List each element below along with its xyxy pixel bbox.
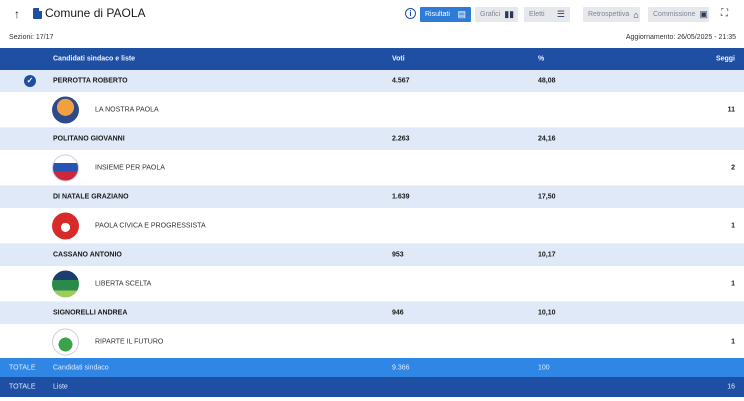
list-row[interactable]: LIBERTA SCELTA 1 (0, 266, 744, 302)
list-seats: 11 (727, 106, 735, 113)
list-logo (52, 328, 79, 355)
header-votes: Voti (392, 55, 405, 63)
list-logo (52, 96, 79, 123)
list-icon: ☰ (556, 9, 565, 19)
list-seats: 1 (731, 338, 735, 345)
list-seats: 1 (731, 222, 735, 229)
table-header: Candidati sindaco e liste Voti % Seggi (0, 48, 744, 70)
header-seats: Seggi (715, 55, 735, 63)
total-pct: 100 (538, 364, 550, 371)
list-row[interactable]: RIPARTE IL FUTURO 1 (0, 324, 744, 360)
candidate-name: CASSANO ANTONIO (53, 251, 122, 259)
last-updated: Aggiornamento: 26/05/2025 - 21:35 (625, 34, 736, 41)
total-label: TOTALE (9, 364, 36, 371)
candidate-pct: 17,50 (538, 193, 556, 201)
tab-retrospettiva[interactable]: Retrospettiva ⌂ (583, 7, 640, 22)
candidate-pct: 48,08 (538, 77, 556, 85)
elected-check-icon: ✓ (24, 75, 36, 87)
candidate-row[interactable]: CASSANO ANTONIO 953 10,17 (0, 244, 744, 266)
candidate-row[interactable]: POLITANO GIOVANNI 2.263 24,16 (0, 128, 744, 150)
header-pct: % (538, 55, 545, 63)
tab-risultati[interactable]: Risultati ▤ (420, 7, 471, 22)
tab-eletti[interactable]: Eletti ☰ (524, 7, 570, 22)
total-seats: 16 (727, 383, 735, 391)
candidate-votes: 2.263 (392, 135, 410, 143)
total-row-lists: TOTALE Liste 16 (0, 377, 744, 397)
tab-label: Eletti (529, 11, 545, 18)
candidate-name: PERROTTA ROBERTO (53, 77, 128, 85)
list-seats: 2 (731, 164, 735, 171)
total-row-candidates: TOTALE Candidati sindaco 9.366 100 (0, 358, 744, 377)
tab-commissione[interactable]: Commissione ▣ (648, 7, 709, 22)
tab-label: Grafici (480, 11, 501, 18)
candidate-votes: 953 (392, 251, 404, 259)
page-title: Comune di PAOLA (45, 6, 146, 20)
list-name: LIBERTA SCELTA (95, 280, 152, 287)
candidate-votes: 946 (392, 309, 404, 317)
table-icon: ▤ (457, 9, 466, 19)
candidate-row[interactable]: ✓ PERROTTA ROBERTO 4.567 48,08 (0, 70, 744, 92)
candidate-pct: 24,16 (538, 135, 556, 143)
list-name: INSIEME PER PAOLA (95, 164, 165, 171)
candidate-votes: 4.567 (392, 77, 410, 85)
tab-label: Retrospettiva (588, 11, 630, 18)
candidate-name: DI NATALE GRAZIANO (53, 193, 129, 201)
tab-grafici[interactable]: Grafici ▮▮ (475, 7, 518, 22)
bar-chart-icon: ▮▮ (504, 9, 515, 19)
tab-label: Risultati (425, 11, 450, 18)
candidate-name: SIGNORELLI ANDREA (53, 309, 128, 317)
video-icon: ▣ (699, 9, 708, 19)
info-icon[interactable]: i (405, 8, 416, 19)
list-logo (52, 154, 79, 181)
candidate-row[interactable]: SIGNORELLI ANDREA 946 10,10 (0, 302, 744, 324)
header-name: Candidati sindaco e liste (53, 55, 136, 63)
arrow-up-icon[interactable]: ↑ (10, 7, 24, 21)
sections-count: Sezioni: 17/17 (9, 34, 54, 41)
list-row[interactable]: LA NOSTRA PAOLA 11 (0, 92, 744, 128)
institution-icon: ⌂ (633, 9, 639, 20)
candidate-votes: 1.639 (392, 193, 410, 201)
top-bar: ↑ Comune di PAOLA i Risultati ▤ Grafici … (0, 0, 744, 28)
candidate-pct: 10,17 (538, 251, 556, 259)
candidate-pct: 10,10 (538, 309, 556, 317)
list-name: LA NOSTRA PAOLA (95, 106, 159, 113)
total-votes: 9.366 (392, 364, 410, 371)
total-sub: Liste (53, 383, 68, 391)
title-wrap: Comune di PAOLA (33, 6, 146, 20)
list-name: RIPARTE IL FUTURO (95, 338, 164, 345)
fullscreen-icon[interactable]: ⛶ (721, 8, 728, 19)
list-row[interactable]: PAOLA CIVICA E PROGRESSISTA 1 (0, 208, 744, 244)
candidate-name: POLITANO GIOVANNI (53, 135, 125, 143)
list-seats: 1 (731, 280, 735, 287)
candidate-row[interactable]: DI NATALE GRAZIANO 1.639 17,50 (0, 186, 744, 208)
list-name: PAOLA CIVICA E PROGRESSISTA (95, 222, 206, 229)
list-row[interactable]: INSIEME PER PAOLA 2 (0, 150, 744, 186)
total-sub: Candidati sindaco (53, 364, 109, 371)
tab-label: Commissione (653, 11, 696, 18)
total-label: TOTALE (9, 383, 36, 391)
list-logo (52, 212, 79, 239)
document-icon (33, 7, 42, 19)
sub-bar: Sezioni: 17/17 Aggiornamento: 26/05/2025… (0, 28, 744, 48)
list-logo (52, 270, 79, 297)
